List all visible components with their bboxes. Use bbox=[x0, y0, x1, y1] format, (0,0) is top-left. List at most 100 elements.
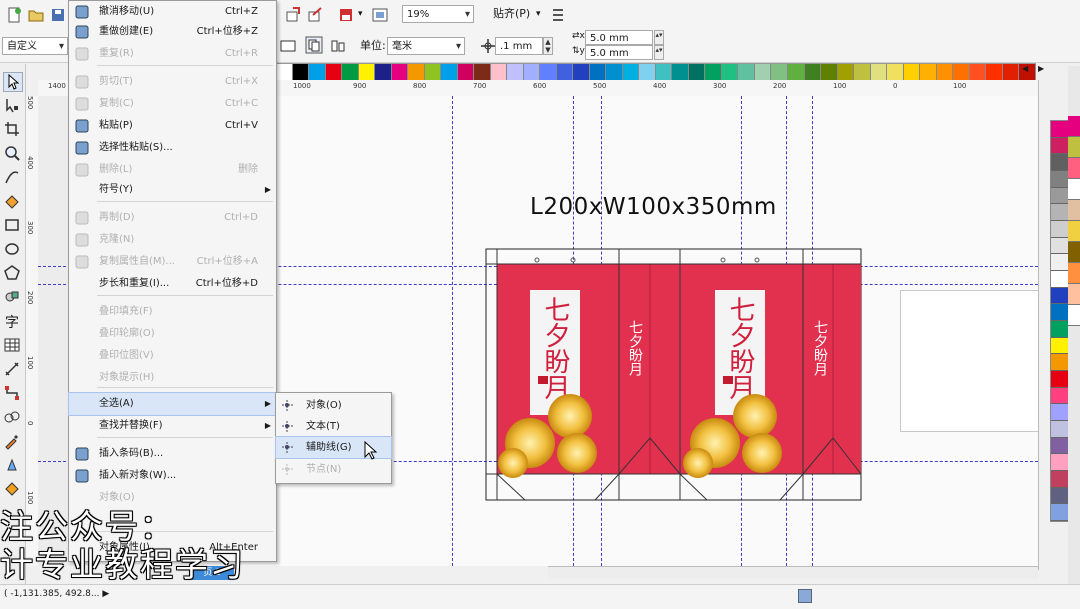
palette-swatch[interactable] bbox=[391, 64, 409, 81]
palette-swatch[interactable] bbox=[1051, 321, 1069, 338]
menu-item[interactable]: 插入条码(B)... bbox=[69, 443, 276, 465]
parallel-dimension-tool-icon[interactable] bbox=[3, 360, 21, 378]
palette-swatch[interactable] bbox=[903, 64, 921, 81]
palette-swatch[interactable] bbox=[672, 64, 689, 81]
palette-swatch[interactable] bbox=[1051, 254, 1069, 272]
palette-swatch[interactable] bbox=[457, 64, 475, 81]
palette-swatch[interactable] bbox=[1068, 242, 1080, 263]
fill-indicator-icon[interactable] bbox=[798, 589, 812, 603]
palette-swatch[interactable] bbox=[1051, 437, 1069, 455]
open-file-icon[interactable] bbox=[28, 7, 44, 23]
pick-tool-icon[interactable] bbox=[3, 72, 23, 92]
palette-swatch[interactable] bbox=[1051, 404, 1069, 422]
smart-fill-tool-icon[interactable] bbox=[3, 192, 21, 210]
palette-swatch[interactable] bbox=[1068, 200, 1080, 221]
palette-swatch[interactable] bbox=[1068, 116, 1080, 137]
palette-swatch[interactable] bbox=[1068, 221, 1080, 242]
palette-swatch[interactable] bbox=[1051, 304, 1069, 322]
palette-swatch[interactable] bbox=[1051, 421, 1069, 438]
palette-swatch[interactable] bbox=[589, 64, 607, 81]
palette-swatch[interactable] bbox=[1051, 154, 1069, 172]
palette-swatch[interactable] bbox=[276, 64, 293, 81]
palette-swatch[interactable] bbox=[738, 64, 755, 81]
palette-swatch[interactable] bbox=[688, 64, 706, 81]
palette-swatch[interactable] bbox=[1051, 271, 1069, 288]
palette-swatch[interactable] bbox=[507, 64, 524, 81]
import-icon[interactable] bbox=[285, 7, 301, 23]
duplicate-y-spinner[interactable]: ▴▾ bbox=[654, 45, 664, 60]
palette-swatch[interactable] bbox=[342, 64, 359, 81]
palette-swatch[interactable] bbox=[490, 64, 508, 81]
submenu-item[interactable]: 文本(T) bbox=[276, 416, 391, 437]
palette-swatch[interactable] bbox=[953, 64, 970, 81]
palette-swatch[interactable] bbox=[1051, 221, 1069, 238]
palette-swatch[interactable] bbox=[1051, 354, 1069, 372]
gift-bag-dieline[interactable]: 七夕盼月 七夕盼月 七夕盼月 七夕盼月 bbox=[485, 248, 863, 502]
basic-shapes-tool-icon[interactable] bbox=[3, 288, 21, 306]
polygon-tool-icon[interactable] bbox=[3, 264, 21, 282]
palette-swatch[interactable] bbox=[1051, 171, 1069, 188]
portrait-icon[interactable] bbox=[280, 38, 296, 54]
palette-swatch[interactable] bbox=[1051, 387, 1069, 405]
full-screen-preview-icon[interactable] bbox=[372, 7, 388, 23]
menu-item[interactable]: 粘贴(P) Ctrl+V bbox=[69, 115, 276, 137]
palette-swatch[interactable] bbox=[854, 64, 871, 81]
palette-swatch[interactable] bbox=[1068, 263, 1080, 284]
units-select[interactable]: 毫米 bbox=[387, 37, 465, 56]
palette-swatch[interactable] bbox=[639, 64, 656, 81]
blend-tool-icon[interactable] bbox=[3, 408, 21, 426]
rectangle-tool-icon[interactable] bbox=[3, 216, 21, 234]
palette-swatch[interactable] bbox=[837, 64, 855, 81]
zoom-tool-icon[interactable] bbox=[3, 144, 21, 162]
palette-swatch[interactable] bbox=[424, 64, 442, 81]
all-pages-icon[interactable] bbox=[305, 36, 323, 54]
palette-swatch[interactable] bbox=[705, 64, 722, 81]
nudge-spinner[interactable]: ▲ ▼ bbox=[543, 37, 553, 55]
palette-swatch[interactable] bbox=[655, 64, 673, 81]
palette-swatch[interactable] bbox=[1051, 454, 1069, 472]
palette-swatch[interactable] bbox=[1051, 337, 1069, 355]
eyedropper-tool-icon[interactable] bbox=[3, 432, 21, 450]
menu-item[interactable]: 查找并替换(F) ▶ bbox=[69, 415, 276, 437]
docker-color-swatches[interactable] bbox=[1068, 116, 1080, 326]
palette-swatch[interactable] bbox=[573, 64, 590, 81]
palette-scroll-left-icon[interactable]: ◀ bbox=[1022, 64, 1028, 73]
table-tool-icon[interactable] bbox=[3, 336, 21, 354]
duplicate-x-spinner[interactable]: ▴▾ bbox=[654, 30, 664, 45]
palette-swatch[interactable] bbox=[936, 64, 954, 81]
menu-item[interactable]: 全选(A) ▶ bbox=[68, 392, 277, 416]
palette-swatch[interactable] bbox=[1068, 158, 1080, 179]
shape-tool-icon[interactable] bbox=[3, 96, 21, 114]
palette-swatch[interactable] bbox=[771, 64, 788, 81]
duplicate-distance-x-input[interactable]: 5.0 mm bbox=[585, 30, 653, 45]
palette-swatch[interactable] bbox=[358, 64, 376, 81]
vertical-guideline[interactable] bbox=[452, 96, 453, 566]
palette-swatch[interactable] bbox=[1051, 121, 1069, 138]
freehand-tool-icon[interactable] bbox=[3, 168, 21, 186]
palette-swatch[interactable] bbox=[1051, 504, 1069, 522]
palette-scroll-right-icon[interactable]: ▶ bbox=[1038, 64, 1044, 73]
palette-swatch[interactable] bbox=[821, 64, 838, 81]
palette-swatch[interactable] bbox=[1051, 187, 1069, 205]
connector-tool-icon[interactable] bbox=[3, 384, 21, 402]
palette-swatch[interactable] bbox=[556, 64, 574, 81]
text-tool-icon[interactable]: 字 bbox=[3, 312, 21, 331]
ellipse-tool-icon[interactable] bbox=[3, 240, 21, 258]
palette-swatch[interactable] bbox=[1002, 64, 1020, 81]
palette-swatch[interactable] bbox=[474, 64, 491, 81]
page-size-preset-select[interactable]: 自定义 bbox=[2, 37, 68, 56]
nudge-distance-input[interactable]: .1 mm bbox=[495, 37, 543, 55]
palette-swatch[interactable] bbox=[969, 64, 987, 81]
palette-swatch[interactable] bbox=[325, 64, 343, 81]
palette-swatch[interactable] bbox=[870, 64, 888, 81]
new-document-icon[interactable] bbox=[6, 7, 22, 23]
palette-swatch[interactable] bbox=[920, 64, 937, 81]
options-icon[interactable] bbox=[550, 7, 566, 23]
export-icon[interactable] bbox=[307, 7, 323, 23]
palette-swatch[interactable] bbox=[1068, 284, 1080, 305]
palette-swatch[interactable] bbox=[1051, 287, 1069, 305]
palette-swatch[interactable] bbox=[309, 64, 326, 81]
palette-swatch[interactable] bbox=[523, 64, 541, 81]
zoom-level-select[interactable]: 19% bbox=[402, 5, 474, 24]
palette-swatch[interactable] bbox=[986, 64, 1003, 81]
